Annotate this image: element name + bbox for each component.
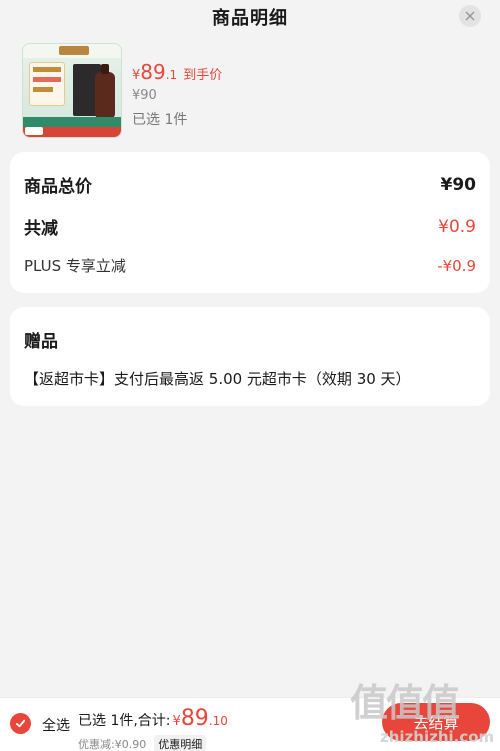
- price-breakdown-card: 商品总价 ¥90 共减 ¥0.9 PLUS 专享立减 -¥0.9: [10, 152, 490, 293]
- product-summary: ¥ 89 .1 到手价 ¥90 已选 1件: [22, 43, 482, 139]
- plus-discount-row: PLUS 专享立减 -¥0.9: [24, 256, 476, 276]
- checkout-bar: 全选 已选 1件,合计: ¥ 89 .10 优惠减:¥0.90 优惠明细 去结算: [0, 697, 500, 751]
- close-icon: [465, 11, 475, 21]
- select-all-checkbox[interactable]: [10, 713, 31, 734]
- discount-detail-button[interactable]: 优惠明细: [154, 735, 207, 751]
- reduction-row: 共减 ¥0.9: [24, 216, 476, 240]
- final-price: ¥ 89 .1 到手价: [132, 60, 223, 84]
- product-thumbnail[interactable]: [22, 43, 122, 138]
- page-title: 商品明细: [212, 8, 288, 29]
- header: 商品明细: [0, 0, 500, 34]
- brand-logo: [59, 46, 89, 55]
- checkmark-icon: [15, 719, 26, 728]
- gift-item: 【返超市卡】支付后最高返 5.00 元超市卡（效期 30 天）: [24, 370, 411, 388]
- gift-card: 赠品 【返超市卡】支付后最高返 5.00 元超市卡（效期 30 天）: [10, 307, 490, 406]
- select-all-label[interactable]: 全选: [42, 715, 70, 735]
- total-price-row: 商品总价 ¥90: [24, 174, 476, 198]
- checkout-button[interactable]: 去结算: [382, 703, 490, 741]
- order-total: 已选 1件,合计: ¥ 89 .10: [78, 706, 228, 731]
- close-button[interactable]: [459, 5, 481, 27]
- gift-title: 赠品: [24, 332, 58, 352]
- bottle-image: [95, 64, 115, 118]
- selected-count: 已选 1件: [132, 112, 188, 128]
- final-price-label: 到手价: [183, 68, 223, 83]
- discount-summary: 优惠减:¥0.90 优惠明细: [78, 735, 207, 751]
- original-price: ¥90: [132, 88, 157, 103]
